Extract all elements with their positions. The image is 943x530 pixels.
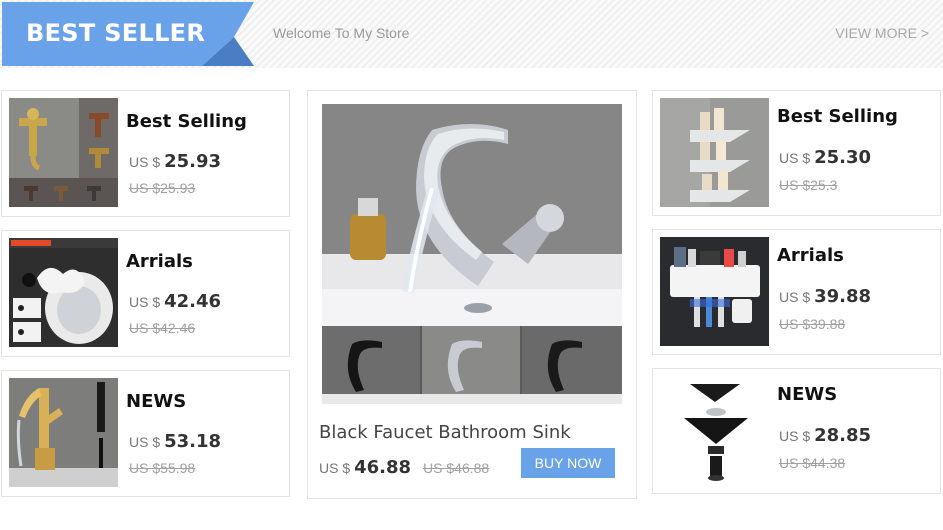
- product-title[interactable]: Arrials: [126, 251, 193, 272]
- product-title[interactable]: Best Selling: [777, 106, 898, 127]
- section-header: BEST SELLER Welcome To My Store VIEW MOR…: [0, 0, 943, 68]
- product-card-news-left[interactable]: NEWS US $53.18 US $55.98: [1, 370, 290, 497]
- best-seller-badge: BEST SELLER: [2, 2, 257, 66]
- product-price: US $25.30: [779, 147, 871, 168]
- product-card-arrials-left[interactable]: Arrials US $42.46 US $42.46: [1, 230, 290, 357]
- product-old-price: US $25.93: [129, 180, 196, 196]
- product-old-price: US $42.46: [129, 320, 196, 336]
- product-image[interactable]: [9, 378, 118, 487]
- product-card-news-right[interactable]: NEWS US $28.85 US $44.38: [652, 368, 941, 494]
- view-more-link[interactable]: VIEW MORE >: [835, 25, 929, 41]
- featured-product-card[interactable]: Black Faucet Bathroom Sink US $46.88 US $…: [307, 90, 637, 499]
- product-old-price: US $39.88: [779, 316, 846, 332]
- price-currency: US $: [779, 428, 811, 444]
- price-value: 42.46: [164, 291, 222, 312]
- product-old-price: US $25.3: [779, 177, 838, 193]
- price-value: 39.88: [814, 286, 872, 307]
- product-image[interactable]: [9, 238, 118, 347]
- price-currency: US $: [319, 460, 351, 476]
- price-currency: US $: [779, 289, 811, 305]
- product-old-price: US $55.98: [129, 460, 196, 476]
- price-currency: US $: [129, 154, 161, 170]
- price-value: 25.30: [814, 147, 872, 168]
- product-price: US $42.46: [129, 291, 221, 312]
- price-value: 28.85: [814, 425, 872, 446]
- price-currency: US $: [129, 434, 161, 450]
- product-card-best-selling-left[interactable]: Best Selling US $25.93 US $25.93: [1, 90, 290, 217]
- product-image[interactable]: [9, 98, 118, 207]
- badge-label: BEST SELLER: [26, 19, 206, 47]
- buy-now-button[interactable]: BUY NOW: [521, 448, 615, 478]
- price-value: 53.18: [164, 431, 222, 452]
- featured-product-price: US $46.88 US $46.88: [319, 457, 489, 478]
- product-card-best-selling-right[interactable]: Best Selling US $25.30 US $25.3: [652, 90, 941, 216]
- product-old-price: US $44.38: [779, 455, 846, 471]
- price-currency: US $: [129, 294, 161, 310]
- product-price: US $25.93: [129, 151, 221, 172]
- featured-product-title[interactable]: Black Faucet Bathroom Sink: [319, 422, 571, 443]
- product-image[interactable]: [660, 98, 769, 207]
- product-price: US $53.18: [129, 431, 221, 452]
- product-title[interactable]: Arrials: [777, 245, 844, 266]
- product-price: US $39.88: [779, 286, 871, 307]
- product-card-arrials-right[interactable]: Arrials US $39.88 US $39.88: [652, 229, 941, 355]
- welcome-text: Welcome To My Store: [273, 25, 410, 41]
- featured-old-price: US $46.88: [423, 460, 490, 476]
- featured-product-image[interactable]: [322, 104, 622, 404]
- price-value: 46.88: [354, 457, 412, 478]
- price-value: 25.93: [164, 151, 222, 172]
- product-title[interactable]: NEWS: [126, 391, 186, 412]
- product-price: US $28.85: [779, 425, 871, 446]
- product-title[interactable]: NEWS: [777, 384, 837, 405]
- price-currency: US $: [779, 150, 811, 166]
- product-title[interactable]: Best Selling: [126, 111, 247, 132]
- product-image[interactable]: [660, 376, 769, 485]
- product-image[interactable]: [660, 237, 769, 346]
